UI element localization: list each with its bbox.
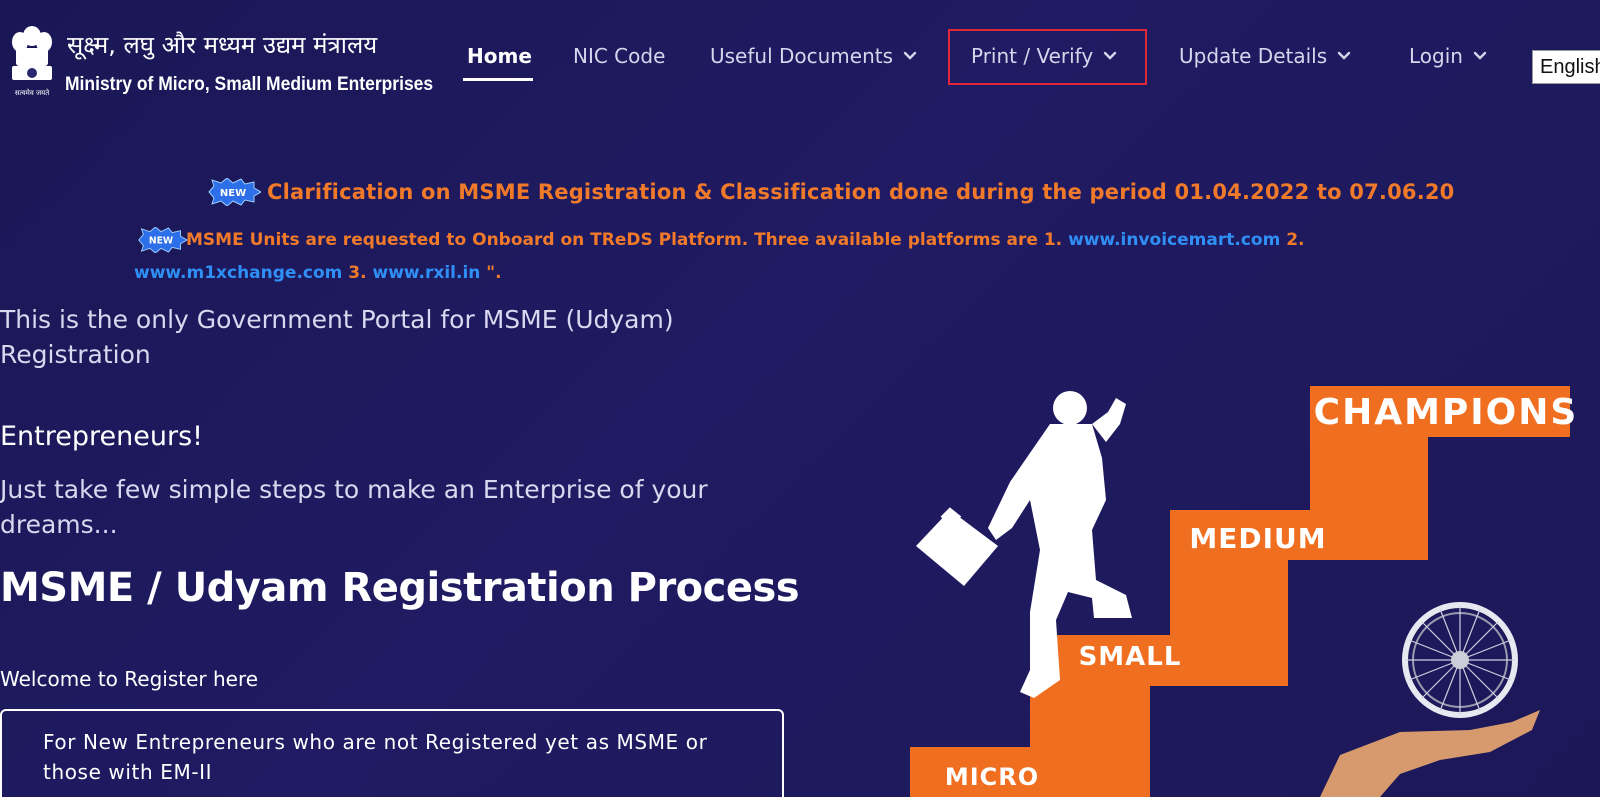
news-item-treds-end: ". [480, 263, 502, 283]
news-item-treds-text: MSME Units are requested to Onboard on T… [186, 230, 1069, 250]
ministry-name-english: Ministry of Micro, Small Medium Enterpri… [65, 74, 434, 95]
nav-login[interactable]: Login [1409, 44, 1487, 68]
nav-home[interactable]: Home [467, 44, 532, 68]
nav-nic-code-label: NIC Code [573, 44, 666, 68]
new-badge-icon: NEW [138, 227, 188, 253]
chevron-down-icon [903, 51, 917, 60]
new-entrepreneur-register-button[interactable]: For New Entrepreneurs who are not Regist… [0, 709, 784, 797]
welcome-text: Welcome to Register here [0, 667, 259, 691]
link-rxil[interactable]: www.rxil.in [373, 263, 481, 283]
new-badge-label: NEW [149, 236, 173, 247]
nav-home-label: Home [467, 44, 532, 68]
nav-update-details[interactable]: Update Details [1179, 44, 1351, 68]
nav-useful-documents[interactable]: Useful Documents [710, 44, 917, 68]
news-item-clarification[interactable]: NEW Clarification on MSME Registration &… [205, 172, 1456, 212]
new-badge-label: NEW [220, 188, 246, 199]
language-select[interactable]: English [1532, 50, 1600, 84]
new-entrepreneur-register-label: For New Entrepreneurs who are not Regist… [43, 730, 708, 784]
national-emblem-icon[interactable]: सत्यमेव जयते [8, 22, 56, 100]
ministry-name-hindi: सूक्ष्म, लघु और मध्यम उद्यम मंत्रालय [67, 31, 378, 59]
hero-label-medium: MEDIUM [1189, 522, 1326, 555]
nav-update-details-label: Update Details [1179, 44, 1328, 68]
steps-subheading: Just take few simple steps to make an En… [0, 475, 708, 539]
wheel-icon [1402, 602, 1518, 718]
news-item-clarification-text: Clarification on MSME Registration & Cla… [267, 180, 1456, 204]
nav-useful-documents-label: Useful Documents [710, 44, 894, 68]
nav-active-underline [463, 78, 533, 81]
hero-label-micro: MICRO [945, 763, 1039, 791]
hero-label-champions: CHAMPIONS [1314, 392, 1579, 433]
news-sep-3: 3. [342, 263, 373, 283]
emblem-motto: सत्यमेव जयते [15, 88, 50, 97]
hero-illustration: CHAMPIONS MEDIUM SMALL MICRO [910, 386, 1579, 797]
hand-icon [1320, 710, 1540, 797]
chevron-down-icon [1337, 51, 1351, 60]
link-invoicemart[interactable]: www.invoicemart.com [1068, 230, 1280, 250]
hero-label-small: SMALL [1079, 642, 1182, 672]
chevron-down-icon [1473, 51, 1487, 60]
briefcase-icon [916, 507, 998, 586]
news-sep-2: 2. [1280, 230, 1305, 250]
portal-tagline: This is the only Government Portal for M… [0, 305, 674, 369]
print-verify-highlight-box [948, 29, 1147, 85]
entrepreneurs-heading: Entrepreneurs! [0, 421, 203, 452]
new-badge-icon: NEW [208, 178, 261, 206]
registration-process-title: MSME / Udyam Registration Process [0, 565, 800, 611]
nav-nic-code[interactable]: NIC Code [573, 44, 665, 68]
site-header: सत्यमेव जयते सूक्ष्म, लघु और मध्यम उद्यम… [0, 0, 1600, 110]
link-m1xchange[interactable]: www.m1xchange.com [134, 263, 342, 283]
nav-login-label: Login [1409, 44, 1463, 68]
news-item-treds: NEW MSME Units are requested to Onboard … [134, 224, 1374, 290]
